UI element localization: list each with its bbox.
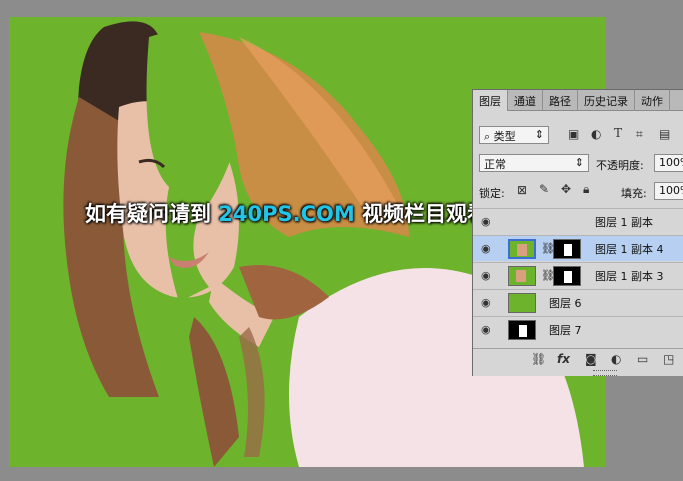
layer-row[interactable]: ◉ 图层 1 副本 [473, 208, 683, 234]
link-icon[interactable]: ⛓ [531, 352, 546, 366]
layer-name: 图层 6 [549, 297, 582, 310]
search-icon: ⌕ [484, 130, 491, 143]
layers-panel: 图层 通道 路径 历史记录 动作 ⌕ 类型 ⇕ ▣ ◐ T ⌗ ▤ 正常 ⇕ 不透明… [472, 89, 683, 376]
tab-channels[interactable]: 通道 [508, 90, 543, 110]
layer-mask-thumbnail[interactable] [553, 266, 581, 286]
layer-thumbnail [508, 320, 536, 340]
shape-filter-icon[interactable]: ⌗ [636, 127, 643, 142]
layer-thumbnail [508, 293, 536, 313]
layer-row[interactable]: ◉ ⛓ 图层 1 副本 4 [473, 235, 683, 261]
eye-icon[interactable]: ◉ [481, 269, 491, 282]
eye-icon[interactable]: ◉ [481, 323, 491, 336]
lock-label: 锁定: [479, 187, 505, 200]
fill-input[interactable]: 100% [654, 182, 683, 200]
panel-bottom-bar: ⛓ fx ◙ ◐ ▭ ◳ [473, 348, 683, 371]
tab-actions[interactable]: 动作 [635, 90, 670, 110]
tab-layers[interactable]: 图层 [473, 90, 508, 111]
folder-icon[interactable]: ▭ [637, 352, 648, 366]
opacity-label: 不透明度: [596, 159, 644, 172]
smart-object-filter-icon[interactable]: ▤ [659, 127, 670, 141]
lock-all-icon[interactable]: 🔒︎ [583, 182, 589, 197]
type-filter-icon[interactable]: T [614, 126, 622, 140]
eye-icon[interactable]: ◉ [481, 296, 491, 309]
tab-history[interactable]: 历史记录 [578, 90, 635, 110]
layer-thumbnail [508, 266, 536, 286]
new-layer-icon[interactable]: ◳ [663, 352, 674, 366]
lock-image-icon[interactable]: ✎ [539, 182, 549, 196]
layer-filter-select[interactable]: ⌕ 类型 ⇕ [479, 126, 549, 144]
layer-row[interactable]: ◉ 图层 7 [473, 316, 683, 342]
chevron-updown-icon: ⇕ [574, 156, 584, 169]
mask-icon[interactable]: ◙ [585, 352, 597, 366]
resize-grip[interactable] [593, 370, 617, 376]
layer-name: 图层 7 [549, 324, 582, 337]
layer-row[interactable]: ◉ 图层 6 [473, 289, 683, 315]
lock-position-icon[interactable]: ✥ [561, 182, 571, 196]
adjustment-filter-icon[interactable]: ◐ [591, 127, 601, 141]
opacity-input[interactable]: 100% [654, 154, 683, 172]
eye-icon[interactable]: ◉ [481, 215, 491, 228]
panel-tabs: 图层 通道 路径 历史记录 动作 [473, 90, 683, 111]
pixel-filter-icon[interactable]: ▣ [568, 127, 579, 141]
chevron-updown-icon: ⇕ [534, 128, 544, 141]
layer-row[interactable]: ◉ ⛓ 图层 1 副本 3 [473, 262, 683, 288]
eye-icon[interactable]: ◉ [481, 242, 491, 255]
fx-icon[interactable]: fx [557, 352, 570, 366]
lock-transparent-icon[interactable]: ⊠ [517, 183, 527, 197]
fill-label: 填充: [621, 187, 647, 200]
layer-name: 图层 1 副本 3 [595, 270, 664, 283]
adjustment-icon[interactable]: ◐ [611, 352, 621, 366]
layer-name: 图层 1 副本 [595, 216, 653, 229]
blend-mode-select[interactable]: 正常 ⇕ [479, 154, 589, 172]
layer-mask-thumbnail[interactable] [553, 239, 581, 259]
layer-name: 图层 1 副本 4 [595, 243, 664, 256]
layer-thumbnail [508, 239, 536, 259]
tab-paths[interactable]: 路径 [543, 90, 578, 110]
blend-mode-value: 正常 [484, 158, 506, 171]
filter-type-label: 类型 [493, 130, 516, 143]
